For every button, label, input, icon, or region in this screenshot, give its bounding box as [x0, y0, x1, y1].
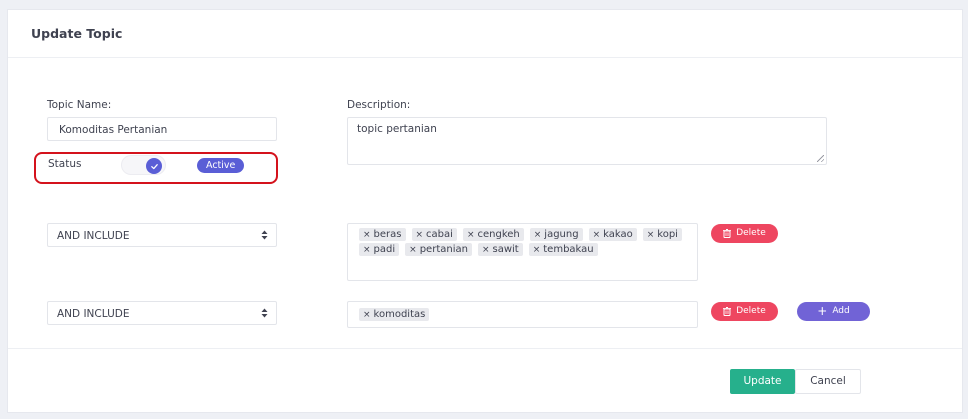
delete-label: Delete [736, 306, 766, 316]
keyword-tag: × cengkeh [462, 228, 524, 241]
keyword-tags-input-2[interactable]: × komoditas [347, 301, 698, 328]
rule-operator-select-2[interactable]: AND INCLUDE [47, 301, 277, 325]
add-label: Add [832, 306, 850, 316]
check-icon [146, 158, 162, 174]
delete-rule-button-1[interactable]: Delete [711, 224, 778, 243]
topic-name-label: Topic Name: [47, 99, 112, 111]
keyword-tag-label: cabai [426, 229, 453, 240]
remove-tag-icon[interactable]: × [482, 245, 490, 255]
keyword-tag-label: jagung [544, 229, 579, 240]
keyword-tag: × sawit [477, 243, 523, 256]
resize-handle[interactable] [817, 155, 824, 162]
description-text: topic pertanian [357, 123, 437, 135]
keyword-tag: × jagung [529, 228, 583, 241]
status-label: Status [48, 158, 82, 170]
keyword-tag-label: cengkeh [477, 229, 520, 240]
keyword-tag: × kopi [642, 228, 682, 241]
status-badge: Active [197, 158, 245, 173]
rule-operator-value: AND INCLUDE [57, 308, 130, 320]
plus-icon: + [817, 304, 828, 318]
remove-tag-icon[interactable]: × [467, 230, 475, 240]
keyword-tag: × beras [359, 228, 406, 241]
keyword-tag-label: sawit [492, 244, 519, 255]
remove-tag-icon[interactable]: × [409, 245, 417, 255]
keyword-tag: × komoditas [359, 308, 430, 321]
page-title: Update Topic [31, 26, 123, 41]
trash-icon [723, 307, 732, 316]
keyword-tag: × tembakau [528, 243, 598, 256]
status-toggle[interactable] [121, 155, 166, 175]
remove-tag-icon[interactable]: × [533, 245, 541, 255]
sort-arrows-icon [261, 308, 268, 318]
card-header: Update Topic [8, 10, 962, 58]
keyword-tag-label: tembakau [543, 244, 594, 255]
footer-divider [8, 348, 962, 349]
keyword-tag-label: beras [373, 229, 402, 240]
sort-arrows-icon [261, 230, 268, 240]
remove-tag-icon[interactable]: × [593, 230, 601, 240]
trash-icon [723, 229, 732, 238]
delete-rule-button-2[interactable]: Delete [711, 302, 778, 321]
update-topic-card: Update Topic Topic Name: Komoditas Perta… [7, 9, 963, 413]
remove-tag-icon[interactable]: × [363, 230, 371, 240]
description-textarea[interactable]: topic pertanian [347, 117, 827, 165]
topic-name-input[interactable]: Komoditas Pertanian [47, 117, 277, 141]
keyword-tag: × padi [359, 243, 400, 256]
update-button[interactable]: Update [730, 369, 795, 394]
remove-tag-icon[interactable]: × [363, 310, 371, 320]
delete-label: Delete [736, 228, 766, 238]
keyword-tag: × cabai [411, 228, 457, 241]
keyword-tag: × pertanian [405, 243, 472, 256]
remove-tag-icon[interactable]: × [363, 245, 371, 255]
remove-tag-icon[interactable]: × [647, 230, 655, 240]
rule-operator-value: AND INCLUDE [57, 230, 130, 242]
remove-tag-icon[interactable]: × [416, 230, 424, 240]
keyword-tag-label: pertanian [419, 244, 468, 255]
remove-tag-icon[interactable]: × [534, 230, 542, 240]
add-rule-button[interactable]: + Add [797, 302, 870, 321]
keyword-tag-label: kakao [603, 229, 633, 240]
rule-operator-select-1[interactable]: AND INCLUDE [47, 223, 277, 247]
keyword-tags-input-1[interactable]: × beras × cabai × cengkeh × jagung × kakao × kopi × p… [347, 223, 698, 281]
description-label: Description: [347, 99, 411, 111]
keyword-tag: × kakao [588, 228, 637, 241]
cancel-button[interactable]: Cancel [795, 369, 861, 394]
keyword-tag-label: kopi [657, 229, 678, 240]
keyword-tag-label: padi [373, 244, 396, 255]
keyword-tag-label: komoditas [373, 309, 426, 320]
